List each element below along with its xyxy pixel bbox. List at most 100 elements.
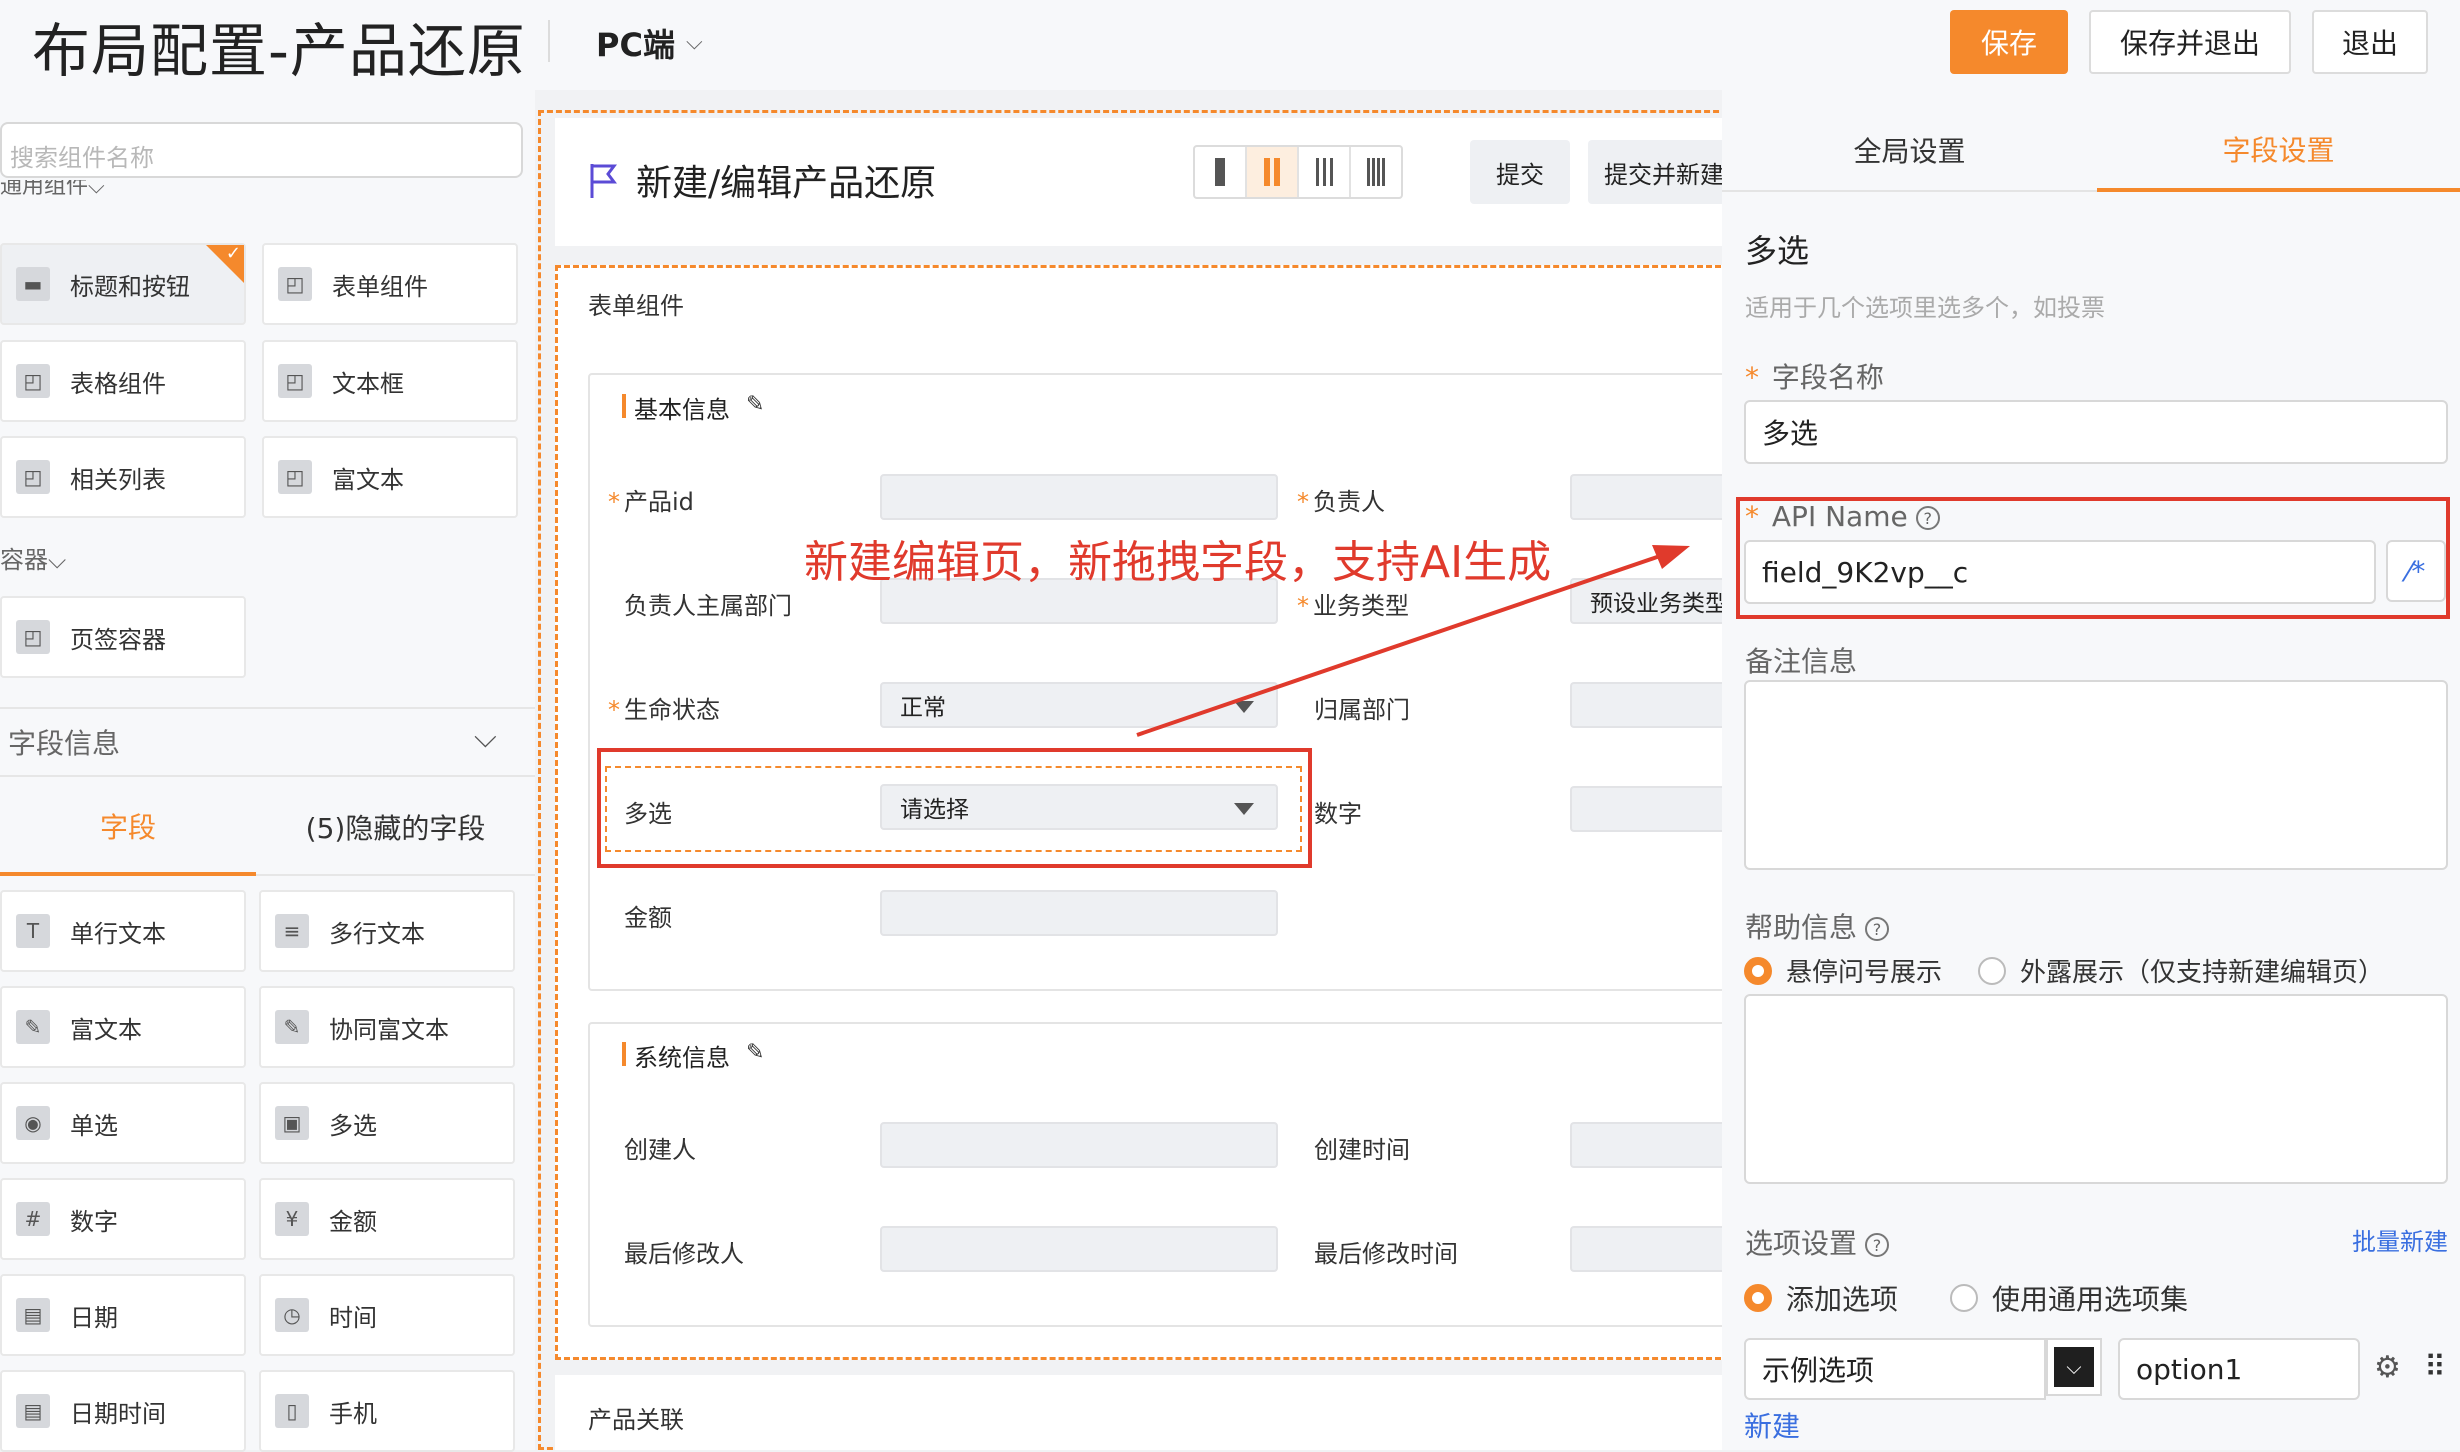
check-icon: ✓: [225, 243, 241, 264]
field-type-label: 时间: [329, 1303, 377, 1332]
component-title-and-button[interactable]: ▬ 标题和按钮 ✓: [0, 243, 246, 325]
component-table[interactable]: ◰ 表格组件: [0, 340, 246, 422]
field-type-phone[interactable]: ▯ 手机: [259, 1370, 515, 1452]
page-title: 布局配置-产品还原: [32, 17, 526, 85]
field-input-modify-time[interactable]: [1570, 1226, 1730, 1272]
basic-info-title: 基本信息: [634, 396, 730, 424]
component-label: 标题和按钮: [70, 272, 190, 301]
platform-selector[interactable]: PC端: [596, 20, 675, 66]
field-type-single-select[interactable]: ◉ 单选: [0, 1082, 246, 1164]
field-input-create-time[interactable]: [1570, 1122, 1730, 1168]
dropdown-arrow-icon: [1234, 701, 1254, 713]
field-input-owner[interactable]: [1570, 474, 1730, 520]
field-select-biz-type[interactable]: 预设业务类型: [1570, 578, 1730, 624]
field-input-creator[interactable]: [880, 1122, 1278, 1168]
form-title: 新建/编辑产品还原: [636, 163, 937, 204]
exit-button[interactable]: 退出: [2312, 10, 2428, 74]
option-api-input[interactable]: option1: [2118, 1338, 2360, 1400]
radio-hover[interactable]: [1744, 956, 1772, 985]
add-option-link[interactable]: 新建: [1744, 1405, 1800, 1445]
field-info-title: 字段信息: [8, 727, 121, 760]
field-type-title: 多选: [1745, 232, 1810, 270]
field-input-belong-dept[interactable]: [1570, 682, 1730, 728]
option-color-picker[interactable]: ⌵: [2046, 1338, 2102, 1396]
help-icon[interactable]: ?: [1865, 917, 1890, 941]
field-input-number[interactable]: [1570, 786, 1730, 832]
field-type-label: 单行文本: [70, 919, 166, 948]
group-container-header[interactable]: 容器⌵: [0, 540, 66, 575]
phone-icon: ▯: [275, 1394, 309, 1428]
component-related-list[interactable]: ◰ 相关列表: [0, 436, 246, 518]
layout-1-column[interactable]: [1195, 147, 1247, 197]
field-label-belong-dept: 归属部门: [1314, 696, 1410, 724]
remark-textarea[interactable]: [1744, 680, 2448, 870]
component-label: 富文本: [332, 465, 404, 494]
field-input-product-id[interactable]: [880, 474, 1278, 520]
help-info-textarea[interactable]: [1744, 994, 2448, 1184]
field-input-amount[interactable]: [880, 890, 1278, 936]
field-type-rich-text[interactable]: ✎ 富文本: [0, 986, 246, 1068]
component-search-input[interactable]: 搜索组件名称: [0, 122, 523, 178]
submit-button[interactable]: 提交: [1470, 140, 1570, 204]
layout-4-column[interactable]: [1351, 147, 1401, 197]
batch-add-link[interactable]: 批量新建: [2352, 1222, 2448, 1257]
system-info-card[interactable]: [588, 1022, 1730, 1327]
field-type-amount[interactable]: ¥ 金额: [259, 1178, 515, 1260]
field-type-datetime[interactable]: ▤ 日期时间: [0, 1370, 246, 1452]
field-input-modifier[interactable]: [880, 1226, 1278, 1272]
radio-external[interactable]: [1978, 956, 2007, 985]
edit-icon: ✎: [275, 1010, 309, 1044]
component-form[interactable]: ◰ 表单组件: [262, 243, 518, 325]
component-rich-text[interactable]: ◰ 富文本: [262, 436, 518, 518]
field-type-number[interactable]: # 数字: [0, 1178, 246, 1260]
drag-handle-icon[interactable]: ⠿: [2424, 1350, 2446, 1385]
lifecycle-value: 正常: [900, 695, 946, 721]
field-type-label: 多行文本: [329, 919, 425, 948]
tab-fields[interactable]: 字段: [0, 780, 256, 876]
edit-pencil-icon[interactable]: ✎: [746, 392, 764, 417]
field-type-label: 数字: [70, 1207, 118, 1236]
component-tab-container[interactable]: ◰ 页签容器: [0, 596, 246, 678]
field-type-multi-line-text[interactable]: ≡ 多行文本: [259, 890, 515, 972]
help-icon[interactable]: ?: [1865, 1233, 1890, 1257]
lines-icon: ≡: [275, 914, 309, 948]
checkbox-icon: ▣: [275, 1106, 309, 1140]
layout-2-column[interactable]: [1247, 147, 1299, 197]
chevron-down-icon[interactable]: ⌵: [474, 720, 497, 755]
component-icon: ◰: [278, 267, 312, 301]
tab-field-settings[interactable]: 字段设置: [2097, 110, 2460, 192]
layout-3-column[interactable]: [1299, 147, 1351, 197]
annotation-highlight-box: [1736, 497, 2450, 619]
field-type-time[interactable]: ◷ 时间: [259, 1274, 515, 1356]
field-select-lifecycle[interactable]: 正常: [880, 682, 1278, 728]
field-label-number: 数字: [1314, 800, 1362, 828]
chevron-down-icon: ⌵: [48, 546, 67, 574]
form-section-label: 表单组件: [588, 292, 684, 320]
gear-icon[interactable]: ⚙: [2374, 1350, 2401, 1385]
save-button[interactable]: 保存: [1950, 10, 2068, 74]
product-relation-card[interactable]: [555, 1375, 1730, 1450]
field-type-label: 日期时间: [70, 1399, 166, 1428]
option-label-input[interactable]: 示例选项: [1744, 1338, 2046, 1400]
tab-global-settings[interactable]: 全局设置: [1722, 110, 2097, 192]
field-name-input[interactable]: 多选: [1744, 400, 2448, 464]
field-type-date[interactable]: ▤ 日期: [0, 1274, 246, 1356]
edit-icon: ✎: [16, 1010, 50, 1044]
tab-hidden-fields[interactable]: (5)隐藏的字段: [256, 780, 535, 876]
component-icon: ◰: [16, 620, 50, 654]
save-and-exit-button[interactable]: 保存并退出: [2089, 10, 2291, 74]
radio-add-options[interactable]: [1744, 1284, 1772, 1312]
field-label-modify-time: 最后修改时间: [1314, 1240, 1458, 1268]
field-type-multi-select[interactable]: ▣ 多选: [259, 1082, 515, 1164]
field-label-biz-type: * 业务类型: [1297, 592, 1409, 620]
field-type-collab-rich-text[interactable]: ✎ 协同富文本: [259, 986, 515, 1068]
submit-and-new-button[interactable]: 提交并新建: [1588, 140, 1728, 204]
chevron-down-icon[interactable]: ⌵: [686, 30, 703, 55]
group-common-header[interactable]: 通用组件⌵: [0, 180, 150, 200]
radio-common-options[interactable]: [1950, 1284, 1979, 1312]
text-icon: T: [16, 914, 50, 948]
field-type-single-line-text[interactable]: T 单行文本: [0, 890, 246, 972]
component-icon: ◰: [278, 460, 312, 494]
edit-pencil-icon[interactable]: ✎: [746, 1040, 764, 1065]
component-textbox[interactable]: ◰ 文本框: [262, 340, 518, 422]
